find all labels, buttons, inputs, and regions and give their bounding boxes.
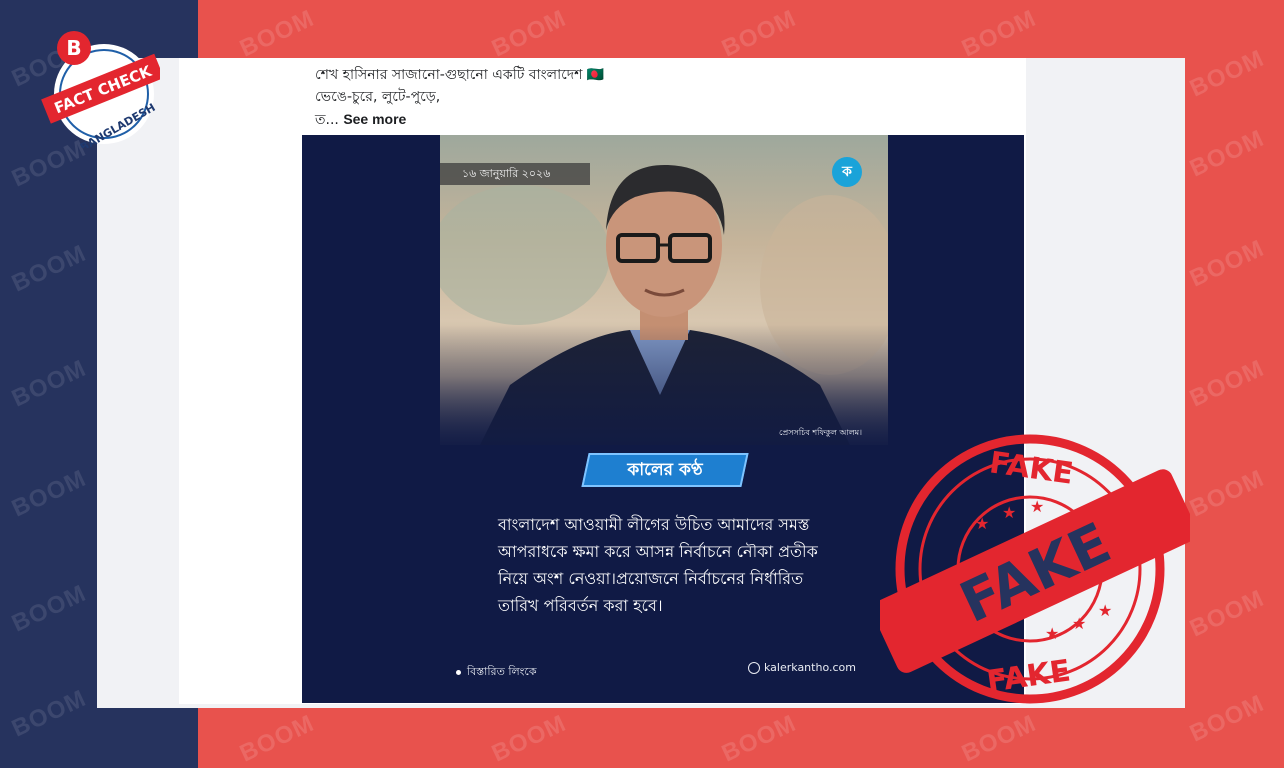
fake-stamp: FAKE FAKE FAKE ★ ★ ★ ★ ★ ★ [880, 434, 1190, 704]
boom-watermark: BOOM [957, 709, 1041, 768]
boom-watermark: BOOM [1185, 354, 1269, 413]
svg-text:★: ★ [1030, 497, 1044, 516]
quote-text: বাংলাদেশ আওয়ামী লীগের উচিত আমাদের সমস্ত… [498, 511, 888, 619]
boom-watermark: BOOM [235, 4, 319, 63]
quote-line: বাংলাদেশ আওয়ামী লীগের উচিত আমাদের সমস্ত [498, 515, 810, 534]
brand-label: কালের কণ্ঠ [581, 453, 749, 487]
caption-line-1: শেখ হাসিনার সাজানো-গুছানো একটি বাংলাদেশ … [315, 67, 605, 83]
caption-line-3: ত... See more [315, 108, 604, 131]
caption-line-2: ভেঙে-চুরে, লুটে-পুড়ে, [315, 89, 441, 105]
details-label: বিস্তারিত লিংকে [467, 665, 537, 678]
boom-watermark: BOOM [487, 709, 571, 768]
svg-text:★: ★ [1098, 601, 1112, 620]
boom-watermark: BOOM [1185, 124, 1269, 183]
photo-credit: প্রেসসচিব শফিকুল আলম। [779, 428, 862, 437]
details-link-note: বিস্তারিত লিংকে [456, 663, 537, 682]
globe-icon [748, 662, 760, 674]
person-photo: ১৬ জানুয়ারি ২০২৬ ক প্রেসসচিব শফিকুল আলম… [440, 135, 888, 445]
svg-text:★: ★ [1072, 614, 1086, 633]
boom-watermark: BOOM [1185, 689, 1269, 748]
brand-text: কালের কণ্ঠ [627, 460, 703, 480]
boom-watermark: BOOM [1185, 584, 1269, 643]
website-label: kalerkantho.com [748, 661, 856, 674]
boom-watermark: BOOM [235, 709, 319, 768]
stamp-top-text: FAKE [987, 445, 1075, 491]
kalerkantho-logo-icon: ক [832, 157, 862, 187]
see-more-link[interactable]: See more [343, 111, 406, 127]
svg-text:★: ★ [1045, 624, 1059, 643]
quote-line: আপরাধকে ক্ষমা করে আসন্ন নির্বাচনে নৌকা প… [498, 542, 818, 561]
boom-watermark: BOOM [1185, 234, 1269, 293]
fact-check-bangladesh-badge: B FACT CHECK BANGLADESH [41, 31, 160, 148]
svg-text:★: ★ [975, 514, 989, 533]
boom-watermark: BOOM [487, 4, 571, 63]
boom-watermark: BOOM [1185, 44, 1269, 103]
bullet-icon [456, 669, 461, 675]
boom-watermark: BOOM [717, 709, 801, 768]
website-url: kalerkantho.com [764, 661, 856, 674]
quote-line: নিয়ে অংশ নেওয়া।প্রয়োজনে নির্বাচনের নি… [498, 569, 804, 588]
boom-watermark: BOOM [957, 4, 1041, 63]
badge-letter: B [66, 36, 81, 60]
svg-text:★: ★ [1002, 503, 1016, 522]
date-badge: ১৬ জানুয়ারি ২০২৬ [440, 163, 590, 185]
quote-line: তারিখ পরিবর্তন করা হবে। [498, 596, 663, 615]
caption-truncated: ত... [315, 112, 339, 128]
boom-watermark: BOOM [1185, 464, 1269, 523]
post-caption: শেখ হাসিনার সাজানো-গুছানো একটি বাংলাদেশ … [315, 64, 604, 131]
boom-watermark: BOOM [717, 4, 801, 63]
